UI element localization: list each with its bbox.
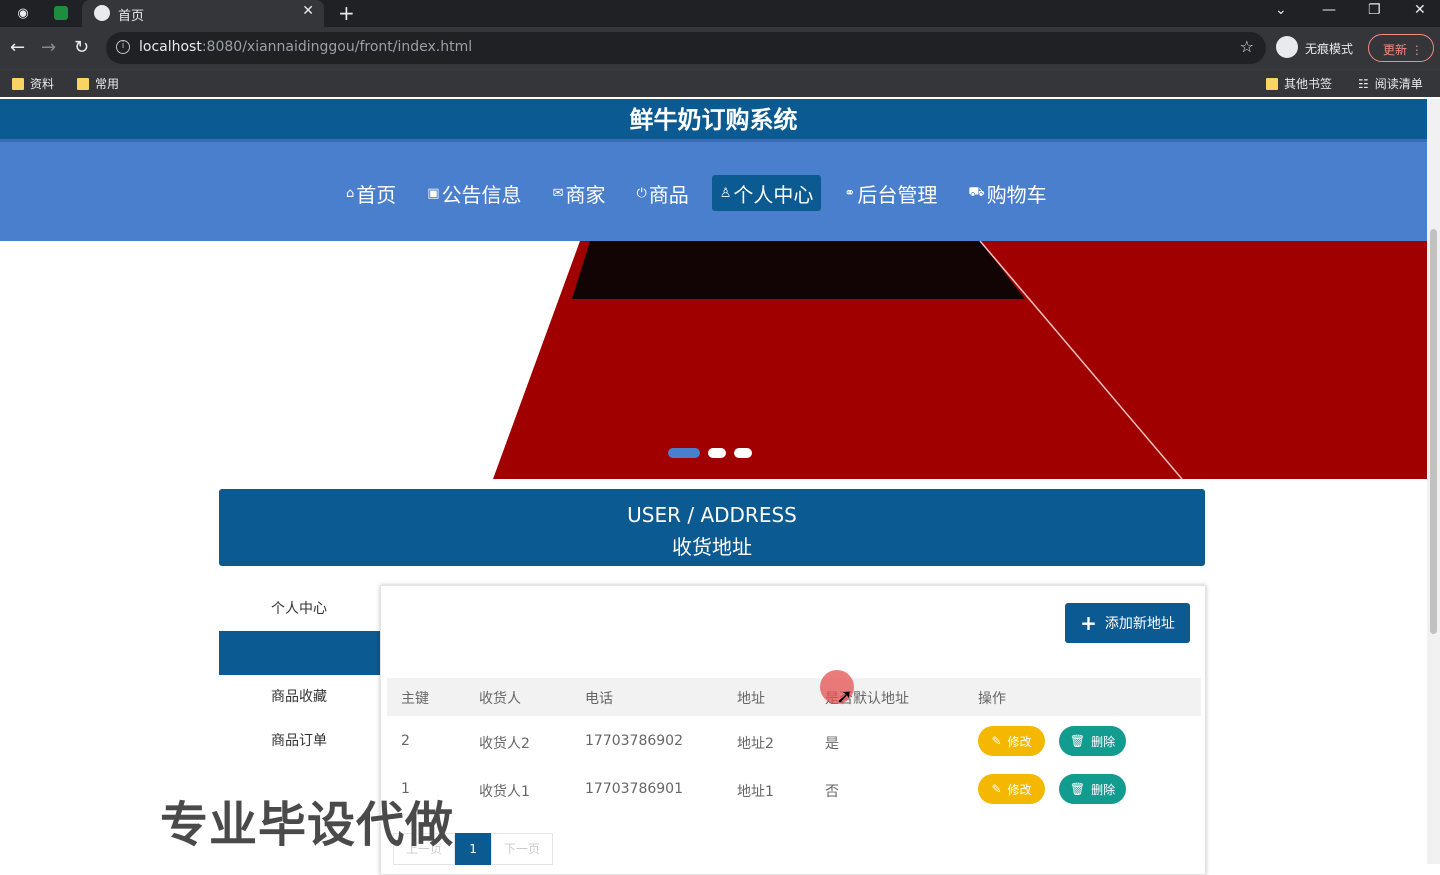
- main-nav: ⌂ 首页 ▣ 公告信息 ✉ 商家 ⏻ 商品 ♙ 个人中心 ⚭ 后台管理 ⛟ 购物车: [0, 139, 1427, 241]
- restore-icon[interactable]: ❐: [1368, 2, 1381, 18]
- forward-icon[interactable]: →: [41, 37, 56, 58]
- reading-list[interactable]: ☷ 阅读清单: [1358, 75, 1423, 92]
- sidebar-item-orders[interactable]: 商品订单: [219, 719, 380, 763]
- cell-address: 地址2: [737, 736, 774, 752]
- incognito-label: 无痕模式: [1305, 42, 1354, 56]
- bookmark-folder-other[interactable]: 其他书签: [1266, 75, 1332, 92]
- watermark: 专业毕设代做: [160, 797, 455, 853]
- back-icon[interactable]: ←: [10, 37, 25, 58]
- trash-icon: 🗑: [1069, 734, 1086, 748]
- carousel-indicators: [668, 448, 752, 458]
- site-title: 鲜牛奶订购系统: [0, 99, 1427, 139]
- reading-list-icon: ☷: [1358, 76, 1369, 91]
- column-header: 收货人: [479, 691, 521, 707]
- nav-cart[interactable]: ⛟ 购物车: [960, 175, 1054, 211]
- address-panel: + 添加新地址 主键 收货人 电话 地址 是否默认地址 操作 2 收货人2 177…: [380, 585, 1206, 875]
- section-header: USER / ADDRESS 收货地址: [219, 489, 1205, 566]
- cell-id: 2: [401, 733, 410, 749]
- url-text: localhost:8080/xiannaidinggou/front/inde…: [139, 39, 473, 55]
- cart-icon: ⛟: [968, 184, 985, 200]
- pencil-icon: ✎: [991, 782, 1002, 796]
- nav-admin[interactable]: ⚭ 后台管理: [836, 175, 945, 211]
- section-title-en: USER / ADDRESS: [627, 503, 797, 527]
- close-icon[interactable]: ✕: [302, 3, 314, 19]
- column-header: 操作: [978, 691, 1006, 707]
- window-close-icon[interactable]: ✕: [1414, 2, 1426, 18]
- nav-personal-center[interactable]: ♙ 个人中心: [711, 175, 822, 211]
- sidebar-item-address[interactable]: 收货地址: [219, 631, 380, 675]
- user-sidebar: 个人中心 收货地址 商品收藏 商品订单: [219, 587, 380, 763]
- sheets-icon[interactable]: [54, 6, 68, 20]
- reload-icon[interactable]: ↻: [74, 37, 89, 58]
- tab-title: 首页: [118, 9, 145, 24]
- home-icon: ⌂: [346, 185, 355, 201]
- edit-button[interactable]: ✎ 修改: [978, 774, 1045, 804]
- nav-notice[interactable]: ▣ 公告信息: [419, 175, 529, 211]
- carousel-dot[interactable]: [708, 448, 726, 458]
- nav-home[interactable]: ⌂ 首页: [338, 175, 404, 211]
- scroll-thumb[interactable]: [1430, 229, 1437, 634]
- update-button[interactable]: 更新 ⋮: [1368, 34, 1434, 62]
- delete-button[interactable]: 🗑 删除: [1059, 726, 1126, 756]
- next-page-button[interactable]: 下一页: [491, 833, 554, 865]
- bookmarks-bar: 资料 常用 其他书签 ☷ 阅读清单: [0, 69, 1440, 97]
- profile-icon[interactable]: ◉: [14, 4, 32, 22]
- cell-address: 地址1: [737, 784, 774, 800]
- nav-product[interactable]: ⏻ 商品: [628, 175, 696, 211]
- sidebar-item-personal-center[interactable]: 个人中心: [219, 587, 380, 631]
- bookmark-star-icon[interactable]: ☆: [1240, 37, 1254, 56]
- folder-icon: [1266, 77, 1278, 90]
- column-header: 主键: [401, 691, 429, 707]
- banner-image: [493, 241, 1427, 479]
- folder-icon: [12, 77, 24, 90]
- section-title-cn: 收货地址: [672, 535, 752, 559]
- carousel-dot[interactable]: [668, 448, 700, 458]
- chevron-down-icon[interactable]: ⌄: [1275, 2, 1287, 18]
- url-bar[interactable]: i localhost:8080/xiannaidinggou/front/in…: [106, 32, 1266, 64]
- column-header: 地址: [737, 691, 765, 707]
- cell-name: 收货人1: [479, 784, 530, 800]
- nav-merchant[interactable]: ✉ 商家: [545, 175, 614, 211]
- user-icon: ♙: [719, 185, 732, 201]
- info-icon[interactable]: i: [116, 40, 130, 54]
- trash-icon: 🗑: [1069, 782, 1086, 796]
- bookmark-folder-changyong[interactable]: 常用: [77, 75, 119, 92]
- add-address-button[interactable]: + 添加新地址: [1065, 603, 1190, 643]
- page-number[interactable]: 1: [455, 833, 492, 865]
- folder-icon: [77, 77, 89, 90]
- link-icon: ⚭: [844, 185, 856, 201]
- gift-icon: ▣: [427, 185, 440, 201]
- address-row: ← → ↻ i localhost:8080/xiannaidinggou/fr…: [0, 27, 1440, 69]
- bookmark-folder-ziliao[interactable]: 资料: [12, 75, 54, 92]
- cell-phone: 17703786902: [585, 733, 683, 749]
- page-scrollbar[interactable]: [1427, 99, 1440, 864]
- delete-button[interactable]: 🗑 删除: [1059, 774, 1126, 804]
- cell-name: 收货人2: [479, 736, 530, 752]
- cell-default: 否: [825, 784, 839, 800]
- power-icon: ⏻: [636, 185, 647, 201]
- pencil-icon: ✎: [991, 734, 1002, 748]
- mail-icon: ✉: [552, 185, 564, 201]
- plus-icon: +: [1080, 611, 1097, 635]
- table-header: 主键 收货人 电话 地址 是否默认地址 操作: [387, 678, 1201, 716]
- mouse-cursor-icon: ➚: [836, 684, 853, 708]
- cell-phone: 17703786901: [585, 781, 683, 797]
- edit-button[interactable]: ✎ 修改: [978, 726, 1045, 756]
- browser-tab-strip: ◉ 首页 ✕ + ⌄ — ❐ ✕: [0, 0, 1440, 27]
- globe-icon: [94, 5, 110, 21]
- cell-default: 是: [825, 736, 839, 752]
- banner-carousel[interactable]: [0, 241, 1427, 479]
- new-tab-icon[interactable]: +: [338, 1, 355, 25]
- column-header: 电话: [585, 691, 613, 707]
- sidebar-item-favorites[interactable]: 商品收藏: [219, 675, 380, 719]
- carousel-dot[interactable]: [734, 448, 752, 458]
- tab-home[interactable]: 首页 ✕: [82, 0, 324, 27]
- incognito-icon[interactable]: [1276, 36, 1298, 58]
- minimize-icon[interactable]: —: [1322, 2, 1336, 18]
